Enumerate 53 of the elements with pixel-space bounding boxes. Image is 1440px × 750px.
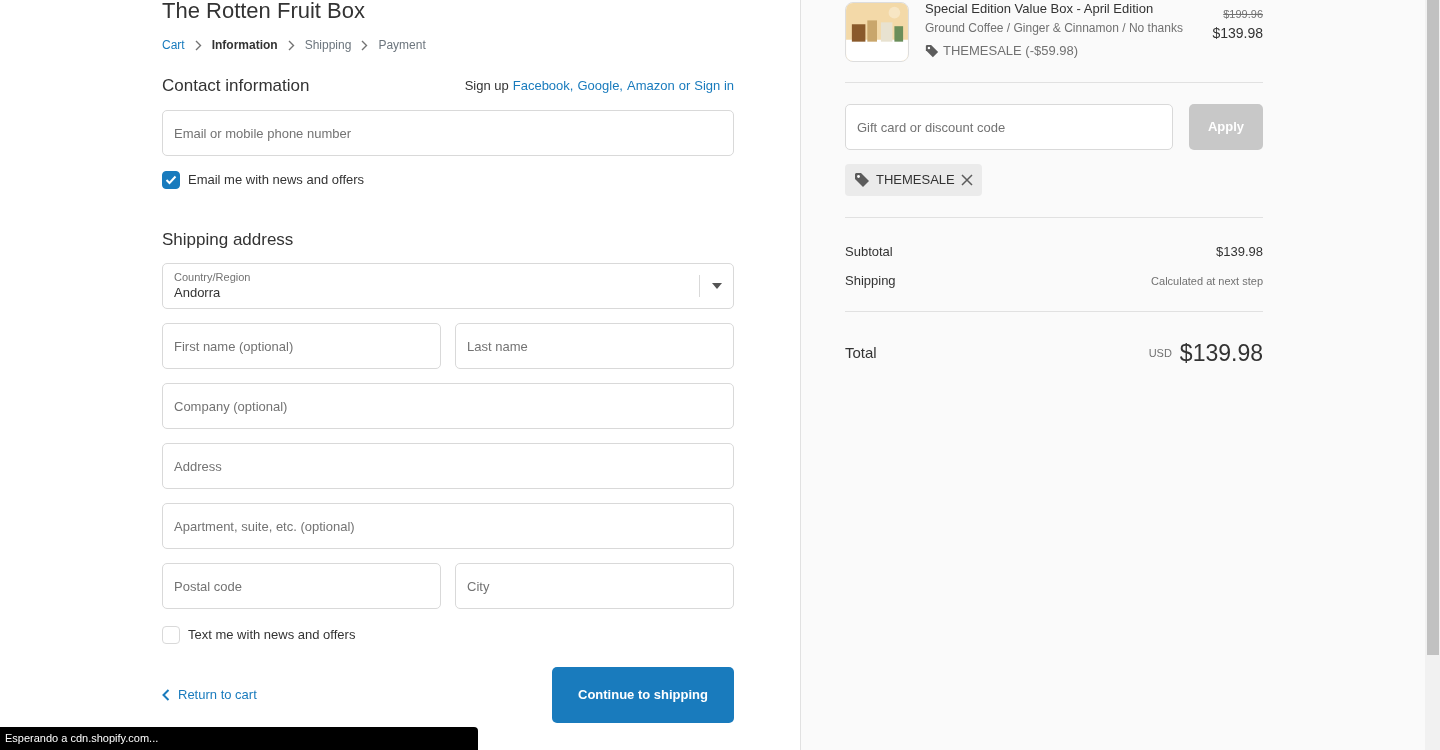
checkbox[interactable] [162, 171, 180, 190]
original-price: $199.96 [1222, 7, 1263, 22]
text-field[interactable]: Last name [455, 323, 734, 370]
product-variant: Ground Coffee / Ginger & Cinnamon / No thanks [925, 20, 1184, 37]
summary-label: Shipping [845, 272, 896, 290]
text-field[interactable]: Email or mobile phone number [162, 110, 734, 157]
field-value: Andorra [174, 284, 222, 302]
discount-field[interactable]: Gift card or discount code [845, 104, 1173, 150]
signup-label: Sign up [464, 77, 509, 96]
summary-label: Subtotal [845, 242, 893, 261]
close-icon[interactable] [960, 173, 973, 186]
continue-button[interactable]: Continue to shipping [552, 666, 734, 723]
store-title: The Rotten Fruit Box [162, 0, 366, 22]
total-amount: $139.98 [1179, 338, 1263, 368]
signup-link[interactable]: Google, [577, 76, 623, 96]
caret-down-icon [712, 283, 722, 290]
signup-link[interactable]: Amazon [627, 76, 675, 96]
status-bar: Esperando a cdn.shopify.com... [0, 727, 478, 750]
breadcrumb-link[interactable]: Cart [162, 36, 185, 54]
checkbox-label: Email me with news and offers [188, 171, 365, 190]
field-label: Country/Region [174, 271, 252, 285]
checkbox-label: Text me with news and offers [188, 626, 356, 645]
text-field[interactable]: Apartment, suite, etc. (optional) [162, 503, 734, 550]
tag-icon [925, 43, 939, 58]
summary-value: $139.98 [1216, 242, 1263, 261]
text-field[interactable]: Address [162, 443, 734, 490]
product-title: Special Edition Value Box - April Edition [925, 2, 1155, 16]
product-price: $139.98 [1212, 23, 1263, 43]
breadcrumb-step: Payment [378, 36, 426, 54]
discount-code: THEMESALE [876, 171, 955, 189]
signin-link[interactable]: Sign in [694, 76, 734, 96]
chevron-right-icon [361, 39, 369, 51]
breadcrumb-step: Shipping [304, 36, 352, 54]
signup-link[interactable]: Facebook, [512, 76, 574, 96]
discount-text: THEMESALE (-$59.98) [943, 42, 1079, 60]
tag-icon [854, 171, 870, 188]
chevron-left-icon [162, 688, 170, 701]
text-field[interactable]: City [455, 563, 734, 610]
text-field[interactable]: First name (optional) [162, 323, 441, 370]
chevron-right-icon [287, 39, 295, 51]
country-select[interactable]: Country/Region Andorra [162, 263, 734, 310]
currency-code: USD [1148, 345, 1172, 361]
or-text: or [678, 77, 691, 96]
scrollbar-thumb[interactable] [1426, 0, 1439, 655]
section-heading: Shipping address [162, 229, 295, 251]
breadcrumb-current: Information [211, 37, 278, 54]
total-label: Total [845, 342, 877, 363]
text-field[interactable]: Company (optional) [162, 383, 734, 430]
section-heading: Contact information [162, 76, 310, 97]
text-field[interactable]: Postal code [162, 563, 441, 610]
return-link[interactable]: Return to cart [162, 685, 257, 705]
chevron-right-icon [194, 39, 202, 51]
summary-value: Calculated at next step [1151, 273, 1263, 289]
